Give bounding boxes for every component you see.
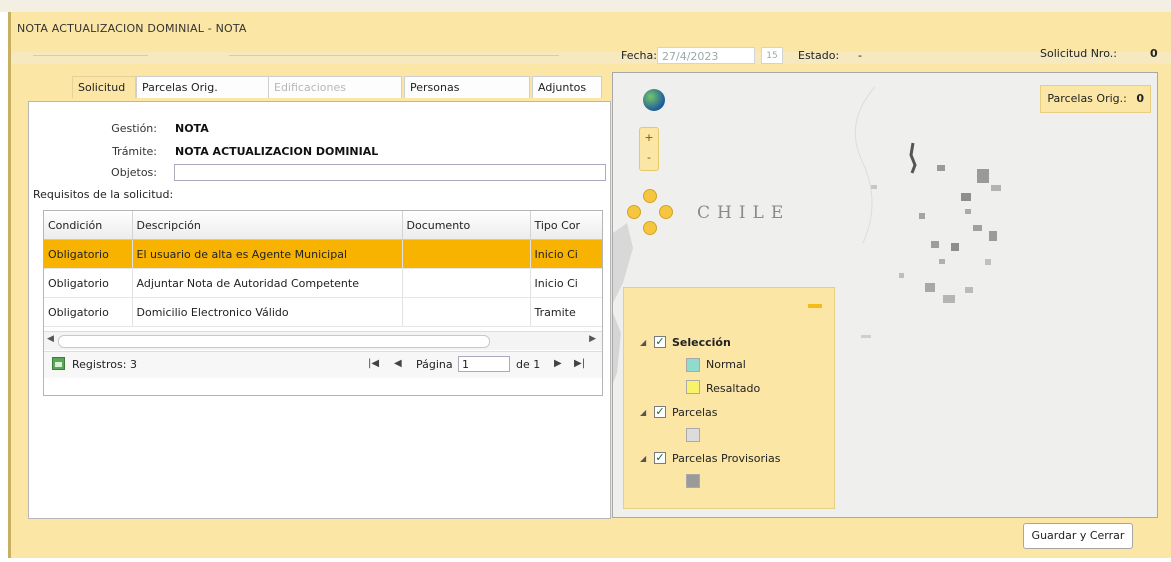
cell-documento [402, 268, 531, 298]
window-title: NOTA ACTUALIZACION DOMINIAL - NOTA [17, 22, 247, 35]
requisitos-grid: Condición Descripción Documento Tipo Cor… [43, 210, 603, 396]
column-header-condicion[interactable]: Condición [44, 211, 133, 240]
column-header-documento[interactable]: Documento [402, 211, 531, 240]
horizontal-scrollbar[interactable]: ◀ ▶ [44, 331, 602, 350]
zoom-in-button[interactable]: + [640, 128, 658, 148]
top-strip [0, 0, 1171, 12]
tab-solicitud[interactable]: Solicitud [72, 76, 136, 98]
legend-minimize-icon[interactable] [808, 304, 822, 308]
legend-normal: Normal [706, 358, 746, 371]
cell-documento [402, 297, 531, 327]
parcelas-orig-label: Parcelas Orig.: [1047, 92, 1127, 105]
map-country-label: CHILE [697, 203, 791, 223]
expand-icon[interactable]: ◢ [640, 454, 646, 463]
tab-personas[interactable]: Personas [404, 76, 530, 98]
scrollbar-thumb[interactable] [58, 335, 490, 348]
estado-label: Estado: [798, 49, 840, 62]
grid-pager: Registros: 3 |◀ ◀ Página 1 de 1 ▶ ▶| [44, 351, 602, 378]
cell-descripcion: Adjuntar Nota de Autoridad Competente [132, 268, 403, 298]
next-page-icon[interactable]: ▶ [554, 358, 562, 369]
gestion-label: Gestión: [111, 122, 157, 135]
table-row[interactable]: Obligatorio Adjuntar Nota de Autoridad C… [44, 268, 602, 298]
legend-seleccion: Selección [672, 336, 731, 349]
expand-icon[interactable]: ◢ [640, 408, 646, 417]
requisitos-table: Condición Descripción Documento Tipo Cor… [44, 211, 602, 327]
cell-documento [402, 239, 531, 269]
requisitos-label: Requisitos de la solicitud: [33, 188, 174, 201]
tab-edificaciones: Edificaciones [268, 76, 402, 98]
prev-page-icon[interactable]: ◀ [394, 358, 402, 369]
solicitud-panel: Gestión: NOTA Trámite: NOTA ACTUALIZACIO… [28, 101, 611, 519]
map-view[interactable]: + - CHILE Parcelas Orig.: 0 ◢ ✓ Selecció… [612, 72, 1158, 518]
pan-control[interactable] [627, 189, 673, 235]
scroll-left-icon[interactable]: ◀ [47, 334, 54, 344]
table-row[interactable]: Obligatorio Domicilio Electronico Válido… [44, 297, 602, 327]
cell-condicion: Obligatorio [44, 239, 133, 269]
toolbar-strip [11, 52, 1171, 64]
tramite-value: NOTA ACTUALIZACION DOMINIAL [175, 145, 379, 158]
zoom-control[interactable]: + - [639, 127, 659, 171]
objetos-input[interactable] [174, 164, 606, 181]
pan-right-icon[interactable] [659, 205, 673, 219]
page-label: Página [416, 358, 453, 371]
seleccion-checkbox[interactable]: ✓ [654, 336, 666, 348]
legend-parcelas-provisorias: Parcelas Provisorias [672, 452, 781, 465]
fecha-input[interactable]: 27/4/2023 [657, 47, 755, 64]
zoom-out-button[interactable]: - [640, 148, 658, 168]
gestion-value: NOTA [175, 122, 209, 135]
cell-descripcion: Domicilio Electronico Válido [132, 297, 403, 327]
cell-condicion: Obligatorio [44, 297, 133, 327]
page-number-input[interactable]: 1 [458, 356, 510, 372]
last-page-icon[interactable]: ▶| [574, 358, 585, 369]
parcelas-orig-count: 0 [1136, 92, 1144, 105]
parcelas-provisorias-checkbox[interactable]: ✓ [654, 452, 666, 464]
objetos-label: Objetos: [111, 166, 157, 179]
toolbar-segment [229, 55, 559, 56]
pan-up-icon[interactable] [643, 189, 657, 203]
table-header-row: Condición Descripción Documento Tipo Cor [44, 211, 602, 240]
pan-left-icon[interactable] [627, 205, 641, 219]
legend-parcelas: Parcelas [672, 406, 718, 419]
save-close-button[interactable]: Guardar y Cerrar [1023, 523, 1133, 549]
normal-swatch [686, 358, 700, 372]
solicitud-nro-label: Solicitud Nro.: [1040, 47, 1117, 60]
records-icon [52, 357, 65, 370]
map-legend: ◢ ✓ Selección Normal Resaltado ◢ ✓ Parce… [623, 287, 835, 509]
column-header-tipo[interactable]: Tipo Cor [530, 211, 602, 240]
column-header-descripcion[interactable]: Descripción [132, 211, 403, 240]
first-page-icon[interactable]: |◀ [368, 358, 379, 369]
solicitud-nro-value: 0 [1150, 47, 1158, 60]
cell-tipo: Inicio Ci [530, 268, 602, 298]
parcelas-swatch [686, 428, 700, 442]
globe-icon[interactable] [643, 89, 665, 111]
fecha-label: Fecha: [621, 49, 657, 62]
calendar-icon[interactable]: 15 [761, 47, 783, 64]
cell-tipo: Tramite [530, 297, 602, 327]
expand-icon[interactable]: ◢ [640, 338, 646, 347]
tab-adjuntos[interactable]: Adjuntos [532, 76, 602, 98]
pan-down-icon[interactable] [643, 221, 657, 235]
resaltado-swatch [686, 380, 700, 394]
tab-parcelas-orig[interactable]: Parcelas Orig. [136, 76, 270, 98]
cell-tipo: Inicio Ci [530, 239, 602, 269]
parcelas-orig-badge: Parcelas Orig.: 0 [1040, 85, 1151, 113]
tramite-label: Trámite: [112, 145, 157, 158]
cell-descripcion: El usuario de alta es Agente Municipal [132, 239, 403, 269]
parcelas-checkbox[interactable]: ✓ [654, 406, 666, 418]
cell-condicion: Obligatorio [44, 268, 133, 298]
estado-value: - [858, 49, 862, 62]
table-row[interactable]: Obligatorio El usuario de alta es Agente… [44, 239, 602, 269]
toolbar-segment [33, 55, 148, 56]
legend-resaltado: Resaltado [706, 382, 761, 395]
page-total: de 1 [516, 358, 541, 371]
records-count: Registros: 3 [72, 358, 137, 371]
parcelas-provisorias-swatch [686, 474, 700, 488]
scroll-right-icon[interactable]: ▶ [589, 334, 596, 344]
